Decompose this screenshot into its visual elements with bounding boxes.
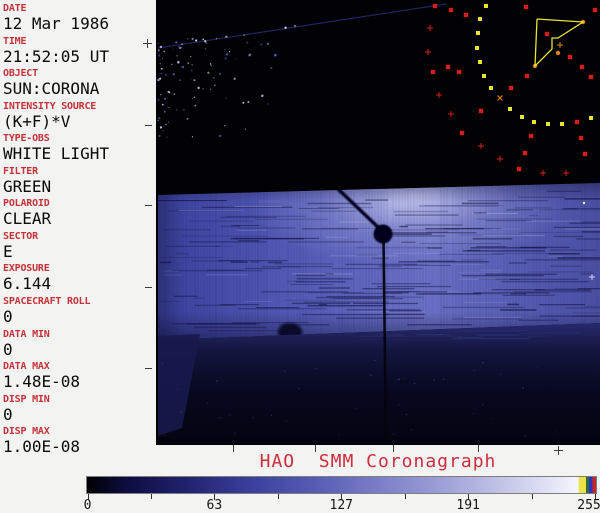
metadata-panel: DATE 12 Mar 1986 TIME 21:52:05 UT OBJECT SUN:… [0,0,156,460]
metadata-field: DISP MIN 0 [3,394,50,423]
metadata-field: TIME 21:52:05 UT [3,36,109,65]
field-label: DATA MIN [3,328,50,340]
metadata-field: DATE 12 Mar 1986 [3,3,109,32]
field-value: 12 Mar 1986 [3,14,109,33]
axis-tick [145,205,152,206]
field-value: 0 [3,306,13,326]
colorbar-tick-label: 127 [329,498,353,513]
red-marker [432,3,438,9]
metadata-field: FILTER GREEN [3,166,51,195]
field-value: CLEAR [3,209,52,229]
colorbar-minor-tick [531,494,533,499]
yellow-marker [589,116,593,120]
red-marker [567,54,573,60]
yellow-marker [476,31,480,35]
colorbar-minor-tick [404,494,406,499]
red-marker [523,4,529,10]
red-marker [459,130,465,136]
red-marker [524,73,530,79]
metadata-field: INTENSITY SOURCE (K+F)*V [3,101,96,130]
metadata-field: DATA MIN 0 [3,329,50,358]
colorbar-tick-label: 0 [83,498,92,513]
lower-dark-band [158,323,600,445]
red-marker [445,64,451,70]
red-marker [574,119,580,125]
axis-tick [145,368,152,369]
field-label: FILTER [3,165,38,177]
metadata-field: DISP MAX 1.00E-08 [3,426,80,455]
metadata-field: SPACECRAFT ROLL 0 [3,295,91,326]
overlay-polygon [534,18,586,68]
metadata-field: OBJECT SUN:CORONA [3,68,99,97]
yellow-marker [482,74,486,78]
image-edge-line [157,3,447,49]
field-label: DISP MIN [3,393,50,405]
field-label: INTENSITY SOURCE [3,100,97,112]
field-value: GREEN [3,176,52,196]
red-marker [508,85,514,91]
coronagraph-image-display[interactable] [156,0,600,445]
field-value: 21:52:05 UT [3,46,109,66]
colorbar-minor-tick [150,494,152,499]
field-value: WHITE LIGHT [3,144,109,164]
yellow-marker [475,46,479,50]
axis-plus-marker [143,39,152,48]
red-marker [582,151,588,157]
orange-marker [555,50,561,56]
red-marker [448,7,454,13]
yellow-marker [546,122,550,126]
red-marker [456,69,462,75]
field-value: SUN:CORONA [3,79,100,99]
red-marker [522,150,528,156]
metadata-field: EXPOSURE 6.144 [3,263,51,292]
red-marker [528,133,534,139]
axis-tick [145,125,152,126]
field-value: (K+F)*V [3,111,71,131]
red-marker [592,7,598,13]
field-value: 0 [3,339,13,359]
red-marker [588,74,594,80]
metadata-field: SECTOR E [3,231,38,260]
noise-speckles [157,25,296,139]
yellow-marker [532,120,536,124]
field-value: 1.48E-08 [3,372,81,392]
yellow-marker [484,4,488,8]
bright-speck [582,201,586,205]
colorbar-tick-label: 191 [456,498,480,513]
colorbar-tick-label: 255 [577,498,600,513]
metadata-field: DATA MAX 1.48E-08 [3,361,80,390]
red-marker [579,64,585,70]
field-label: TIME [3,35,27,47]
field-value: 0 [3,404,13,424]
red-marker [516,166,522,172]
yellow-marker [508,107,512,111]
yellow-marker [560,122,564,126]
field-value: E [3,241,13,261]
colorbar [86,476,597,494]
yellow-marker [489,86,493,90]
yellow-marker [478,60,482,64]
red-marker [463,12,469,18]
field-value: 6.144 [3,274,52,294]
plot-title: HAO SMM Coronagraph [259,451,497,472]
exposure-band [158,183,600,340]
coronagraph-image [157,3,600,445]
red-marker [544,31,550,37]
axis-tick [145,287,152,288]
yellow-marker [478,17,482,21]
field-label: SPACECRAFT ROLL [3,295,91,307]
red-marker [478,108,484,114]
red-marker [578,135,584,141]
metadata-field: TYPE-OBS WHITE LIGHT [3,133,109,162]
field-value: 1.00E-08 [3,437,81,457]
yellow-marker [520,115,524,119]
red-marker [430,69,436,75]
colorbar-tick-label: 63 [206,498,223,513]
metadata-field: POLAROID CLEAR [3,198,51,227]
colorbar-minor-tick [277,494,279,499]
